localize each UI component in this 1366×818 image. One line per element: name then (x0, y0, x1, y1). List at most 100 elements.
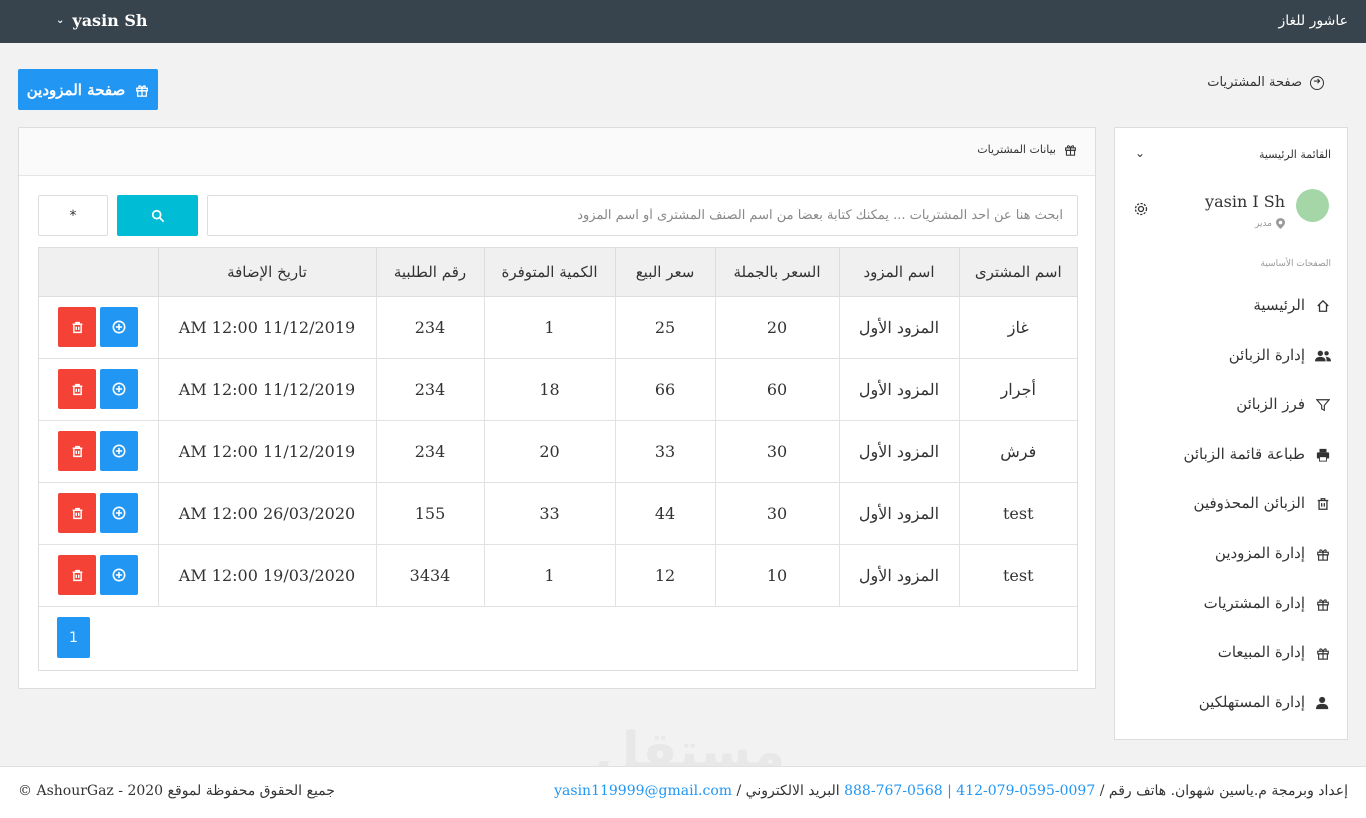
footer-email-link[interactable]: yasin119999@gmail.com (554, 783, 732, 799)
sidebar-item-label: الزبائن المحذوفين (1193, 494, 1305, 513)
sidebar-item-sort-customers[interactable]: فرز الزبائن (1131, 387, 1331, 437)
table-cell: AM 12:00 11/12/2019 (157, 419, 377, 483)
sidebar-item-home[interactable]: الرئيسية (1131, 288, 1331, 338)
table-cell: 234 (375, 357, 485, 421)
table-cell: test (958, 481, 1077, 545)
delete-button[interactable] (58, 431, 97, 471)
trash-icon (72, 383, 83, 395)
row-actions (39, 357, 159, 421)
table-cell: المزود الأول (838, 543, 960, 607)
plus-circle-icon (112, 568, 126, 582)
table-cell: أجرار (958, 357, 1077, 421)
column-header[interactable]: اسم المشترى (958, 248, 1077, 297)
table-cell: test (958, 543, 1077, 607)
plus-circle-icon (112, 506, 126, 520)
sidebar-item-label: إدارة المشتريات (1203, 593, 1305, 612)
column-header[interactable]: السعر بالجملة (714, 248, 840, 297)
footer: إعداد وبرمجة م.ياسين شهوان. هاتف رقم / 0… (0, 766, 1366, 818)
table-cell: 30 (714, 419, 840, 483)
location-pin-icon (1276, 218, 1285, 229)
sidebar-item-sales[interactable]: إدارة المبيعات (1131, 635, 1331, 685)
row-action-buttons (39, 555, 158, 595)
sidebar-item-deleted-customers[interactable]: الزبائن المحذوفين (1131, 486, 1331, 536)
row-actions (39, 543, 159, 607)
table-cell: 1 (483, 543, 616, 607)
sidebar-item-label: فرز الزبائن (1236, 395, 1305, 414)
table-cell: المزود الأول (838, 357, 960, 421)
sidebar-user-name: yasin I Sh (1205, 192, 1285, 211)
row-actions (39, 419, 159, 483)
delete-button[interactable] (58, 307, 97, 347)
gift-icon (1315, 546, 1331, 562)
table-row: test المزود الأول 30 44 33 155 AM 12:00 26/03/… (39, 481, 1077, 545)
search-button[interactable] (117, 195, 198, 236)
chevron-down-icon[interactable]: ⌄ (1135, 146, 1145, 160)
role-label: مدير (1254, 218, 1272, 229)
table-cell: 33 (483, 481, 616, 545)
table-cell: المزود الأول (838, 295, 960, 359)
search-icon (151, 209, 164, 222)
purchases-panel: بيانات المشتريات * اسم المشترى اسم المزو… (18, 127, 1096, 689)
add-button[interactable] (100, 431, 139, 471)
row-actions (39, 481, 159, 545)
gear-icon[interactable] (1133, 201, 1149, 217)
arrow-right-circle-icon: ➜ (1310, 75, 1324, 90)
row-action-buttons (39, 369, 158, 409)
sidebar-item-label: إدارة المزودين (1214, 543, 1305, 562)
main-menu-title[interactable]: القائمة الرئيسية (1259, 148, 1331, 161)
avatar (1296, 189, 1329, 222)
add-button[interactable] (100, 307, 139, 347)
footer-copyright: جميع الحقوق محفوظة لموقع 2020 - AshourGa… (18, 783, 335, 799)
suppliers-page-button[interactable]: صفحة المزودين (18, 69, 158, 110)
column-header[interactable]: تاريخ الإضافة (157, 248, 377, 297)
table-row: فرش المزود الأول 30 33 20 234 AM 12:00 11/12/2… (39, 419, 1077, 483)
purchases-page-link[interactable]: ➜ صفحة المشتريات (1207, 75, 1324, 90)
user-menu-label: yasin Sh (72, 11, 148, 30)
search-input[interactable] (207, 195, 1078, 236)
plus-circle-icon (112, 444, 126, 458)
add-button[interactable] (100, 493, 139, 533)
table-row: أجرار المزود الأول 60 66 18 234 AM 12:00 11/12… (39, 357, 1077, 421)
delete-button[interactable] (58, 555, 97, 595)
table-row: غاز المزود الأول 20 25 1 234 AM 12:00 11/12/20… (39, 295, 1077, 359)
top-navbar: عاشور للغاز ⌄ yasin Sh (0, 0, 1366, 43)
purchases-page-link-label: صفحة المشتريات (1207, 75, 1302, 90)
table-cell: المزود الأول (838, 419, 960, 483)
table-cell: 10 (714, 543, 840, 607)
table-cell: 12 (614, 543, 716, 607)
delete-button[interactable] (58, 369, 97, 409)
sidebar-item-label: إدارة الزبائن (1228, 345, 1305, 364)
sidebar: القائمة الرئيسية ⌄ yasin I Sh مدير الصفح… (1114, 127, 1348, 740)
table-cell: 234 (375, 419, 485, 483)
sidebar-item-label: إدارة المبيعات (1217, 643, 1305, 662)
sidebar-item-suppliers[interactable]: إدارة المزودين (1131, 536, 1331, 586)
table-cell: 20 (714, 295, 840, 359)
table-header-row: اسم المشترى اسم المزود السعر بالجملة سعر… (39, 248, 1077, 297)
table-cell: 20 (483, 419, 616, 483)
column-header[interactable]: الكمية المتوفرة (483, 248, 616, 297)
footer-phones[interactable]: 0097-0595-079-412 | 0568-767-888 (844, 783, 1095, 799)
panel-header: بيانات المشتريات (19, 128, 1095, 176)
sidebar-item-print-customers[interactable]: طباعة قائمة الزبائن (1131, 437, 1331, 487)
show-all-button[interactable]: * (38, 195, 108, 236)
column-header[interactable]: رقم الطلبية (375, 248, 485, 297)
pagination-page-1[interactable]: 1 (57, 617, 90, 658)
user-menu[interactable]: ⌄ yasin Sh (56, 11, 148, 30)
suppliers-page-button-label: صفحة المزودين (26, 80, 126, 99)
plus-circle-icon (112, 320, 126, 334)
add-button[interactable] (100, 555, 139, 595)
table-cell: 18 (483, 357, 616, 421)
sidebar-item-customers[interactable]: إدارة الزبائن (1131, 338, 1331, 388)
sidebar-item-consumers[interactable]: إدارة المستهلكين (1131, 685, 1331, 735)
delete-button[interactable] (58, 493, 97, 533)
table-cell: AM 12:00 19/03/2020 (157, 543, 377, 607)
sidebar-item-purchases[interactable]: إدارة المشتريات (1131, 586, 1331, 636)
add-button[interactable] (100, 369, 139, 409)
table-cell: غاز (958, 295, 1077, 359)
table-cell: AM 12:00 11/12/2019 (157, 357, 377, 421)
table-cell: AM 12:00 26/03/2020 (157, 481, 377, 545)
column-header[interactable]: سعر البيع (614, 248, 716, 297)
brand-title[interactable]: عاشور للغاز (1279, 13, 1348, 29)
column-header[interactable]: اسم المزود (838, 248, 960, 297)
table-cell: المزود الأول (838, 481, 960, 545)
